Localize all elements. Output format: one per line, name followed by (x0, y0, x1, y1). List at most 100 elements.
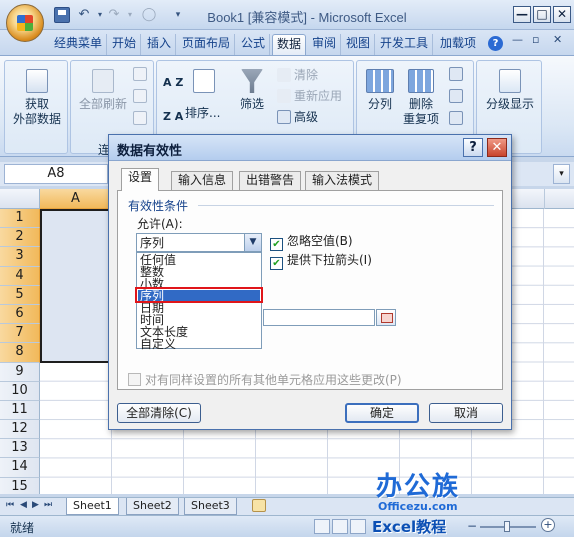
refresh-icon (92, 69, 114, 93)
dialog-close-button[interactable]: ✕ (487, 138, 507, 157)
next-sheet-icon[interactable]: ▶ (32, 500, 39, 510)
group-external-data: 获取 外部数据 (4, 60, 68, 154)
row-header[interactable]: 5 (0, 285, 40, 305)
data-validation-icon[interactable] (449, 67, 463, 81)
get-external-data-button[interactable]: 获取 外部数据 (9, 69, 65, 127)
doc-restore-icon[interactable]: ▫ (532, 33, 539, 46)
reapply-label: 重新应用 (294, 89, 343, 103)
row-header[interactable]: 8 (0, 343, 40, 363)
sheet-tab-sheet1[interactable]: Sheet1 (66, 498, 119, 515)
page-layout-view-icon[interactable] (332, 519, 348, 534)
select-all-corner[interactable] (0, 189, 40, 209)
tab-input-message[interactable]: 输入信息 (171, 171, 234, 190)
cancel-button[interactable]: 取消 (429, 403, 503, 423)
reapply-button: 重新应用 (277, 88, 342, 104)
sheet-tab-bar: ⏮ ◀ ▶ ⏭ Sheet1 Sheet2 Sheet3 (0, 497, 574, 515)
dialog-title: 数据有效性 (117, 144, 183, 159)
source-input[interactable] (263, 309, 375, 326)
connections-icon (133, 67, 147, 81)
zoom-in-icon[interactable]: + (541, 518, 555, 532)
in-cell-dropdown-checkbox[interactable]: ✔ 提供下拉箭头(I) (270, 253, 372, 270)
tab-home[interactable]: 开始 (108, 34, 142, 55)
tab-view[interactable]: 视图 (342, 34, 376, 55)
row-header[interactable]: 11 (0, 400, 40, 421)
row-header[interactable]: 13 (0, 439, 40, 459)
text-to-columns-button[interactable]: 分列 (361, 69, 399, 112)
option-custom[interactable]: 自定义 (138, 338, 260, 350)
tab-settings[interactable]: 设置 (121, 168, 160, 191)
status-bar: 就绪 − + (0, 515, 574, 537)
data-validation-dialog: 数据有效性 ? ✕ 设置 输入信息 出错警告 输入法模式 有效性条件 允许(A)… (108, 134, 512, 430)
highlight-frame (135, 287, 263, 303)
consolidate-icon[interactable] (449, 89, 463, 103)
expand-formula-bar-icon[interactable]: ▾ (553, 164, 570, 184)
row-header[interactable]: 1 (0, 209, 40, 229)
status-text: 就绪 (10, 521, 35, 535)
minimize-button[interactable]: — (513, 6, 531, 23)
apply-all-label: 对有同样设置的所有其他单元格应用这些更改(P) (145, 373, 402, 387)
tab-addins[interactable]: 加载项 (436, 34, 480, 55)
office-button[interactable] (6, 4, 44, 42)
row-header[interactable]: 7 (0, 324, 40, 344)
settings-panel: 有效性条件 允许(A): 序列 ▼ 任何值 整数 小数 序列 日期 时间 文本长… (117, 190, 503, 390)
sheet-tab-sheet2[interactable]: Sheet2 (126, 498, 179, 515)
sort-az-button[interactable]: A Z (163, 75, 183, 91)
help-icon[interactable]: ? (488, 36, 503, 51)
sort-label[interactable]: 排序... (185, 105, 220, 121)
normal-view-icon[interactable] (314, 519, 330, 534)
advanced-filter-button[interactable]: 高级 (277, 109, 318, 125)
allow-select[interactable]: 序列 ▼ (136, 233, 262, 252)
tab-page-layout[interactable]: 页面布局 (178, 34, 236, 55)
page-break-view-icon[interactable] (350, 519, 366, 534)
tab-formulas[interactable]: 公式 (237, 34, 271, 55)
range-select-icon[interactable] (376, 309, 396, 326)
row-header[interactable]: 3 (0, 247, 40, 267)
tab-ime-mode[interactable]: 输入法模式 (305, 171, 380, 190)
watermark-logo: 办公族 (376, 472, 461, 502)
insert-sheet-icon[interactable] (252, 499, 266, 512)
doc-minimize-icon[interactable]: — (512, 33, 523, 46)
zoom-out-icon[interactable]: − (467, 519, 477, 533)
remove-duplicates-button[interactable]: 删除 重复项 (399, 69, 443, 127)
row-header[interactable]: 6 (0, 304, 40, 325)
last-sheet-icon[interactable]: ⏭ (44, 500, 52, 510)
sort-button[interactable] (187, 69, 221, 97)
row-header[interactable]: 4 (0, 266, 40, 286)
text-to-columns-icon (366, 69, 394, 93)
selected-range (40, 209, 112, 363)
row-header[interactable]: 14 (0, 458, 40, 478)
close-button[interactable]: ✕ (553, 6, 571, 23)
tab-error-alert[interactable]: 出错警告 (239, 171, 302, 190)
row-header[interactable]: 2 (0, 228, 40, 248)
tab-developer[interactable]: 开发工具 (376, 34, 434, 55)
filter-button[interactable]: 筛选 (235, 69, 269, 112)
clear-all-button[interactable]: 全部清除(C) (117, 403, 201, 423)
chevron-down-icon[interactable]: ▼ (244, 234, 261, 251)
ignore-blank-checkbox[interactable]: ✔ 忽略空值(B) (270, 234, 353, 251)
tab-review[interactable]: 审阅 (308, 34, 342, 55)
remove-duplicates-label: 删除 重复项 (402, 97, 439, 126)
row-header[interactable]: 10 (0, 381, 40, 401)
dialog-help-button[interactable]: ? (463, 138, 483, 157)
prev-sheet-icon[interactable]: ◀ (20, 500, 27, 510)
first-sheet-icon[interactable]: ⏮ (6, 500, 14, 510)
row-header[interactable]: 12 (0, 420, 40, 440)
zoom-slider-thumb[interactable] (504, 521, 510, 532)
outline-label: 分级显示 (485, 97, 534, 111)
sort-za-button[interactable]: Z A (163, 109, 183, 125)
tab-classic-menu[interactable]: 经典菜单 (50, 34, 108, 55)
outline-button[interactable]: 分级显示 (481, 69, 539, 112)
row-header[interactable]: 9 (0, 362, 40, 382)
dialog-title-bar[interactable]: 数据有效性 ? ✕ (109, 135, 511, 161)
sheet-tab-sheet3[interactable]: Sheet3 (184, 498, 237, 515)
ok-button[interactable]: 确定 (345, 403, 419, 423)
tab-insert[interactable]: 插入 (143, 34, 177, 55)
excel-window: ↶ ▾ ↷ ▾ ◯ ▾ Book1 [兼容模式] - Microsoft Exc… (0, 0, 574, 537)
name-box[interactable]: A8 (4, 164, 108, 184)
row-header[interactable]: 15 (0, 477, 40, 494)
what-if-icon[interactable] (449, 111, 463, 125)
maximize-button[interactable]: □ (533, 6, 551, 23)
tab-data[interactable]: 数据 (272, 34, 307, 55)
doc-close-icon[interactable]: ✕ (553, 33, 562, 46)
column-header-a[interactable]: A (40, 189, 112, 209)
